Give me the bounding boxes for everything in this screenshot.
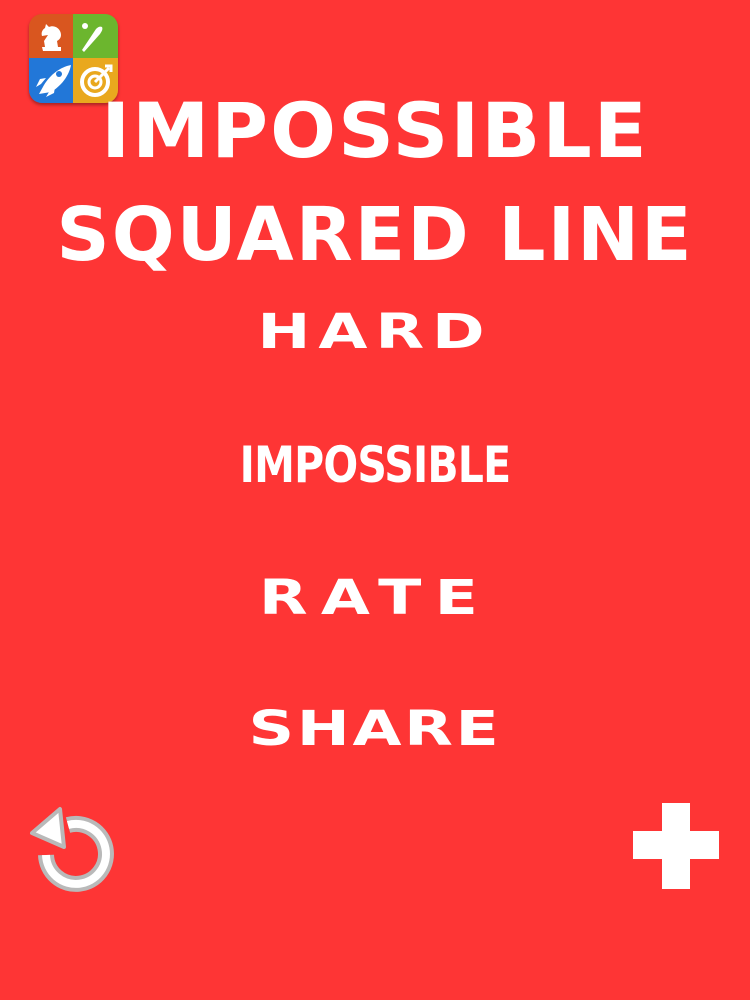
share-button[interactable]: SHARE: [0, 705, 750, 753]
impossible-button[interactable]: IMPOSSIBLE: [68, 440, 683, 490]
title-line-2: SQUARED LINE: [56, 192, 694, 278]
rate-button[interactable]: RATE: [0, 574, 750, 622]
plus-icon-vertical: [662, 803, 690, 889]
title-line-1: IMPOSSIBLE: [101, 86, 649, 175]
replay-icon: [30, 807, 114, 892]
hard-button[interactable]: HARD: [0, 308, 750, 356]
replay-button[interactable]: [26, 803, 122, 893]
plus-button[interactable]: [633, 803, 719, 889]
